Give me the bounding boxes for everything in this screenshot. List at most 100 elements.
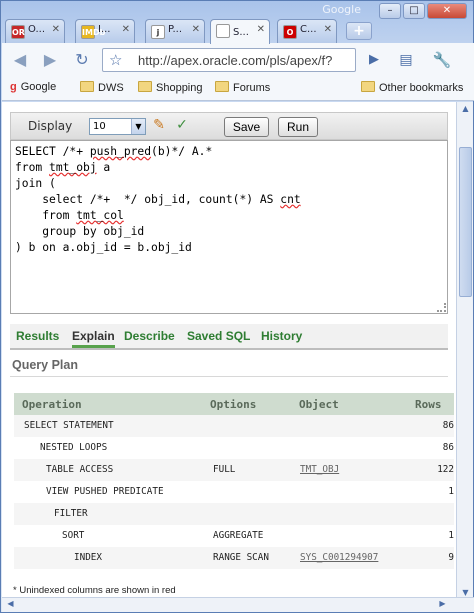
sql-line: from tmt_obj a xyxy=(15,161,111,174)
tab-title: I... xyxy=(98,24,111,35)
find-icon[interactable]: ✓ xyxy=(173,116,191,134)
cell-rows: 122 xyxy=(437,464,454,475)
page-content: Display 10 ▼ ✎ ✓ Save Run SELECT /*+ pus… xyxy=(2,102,456,604)
tab-close-icon[interactable]: ✕ xyxy=(324,24,332,35)
browser-tab[interactable]: j P... ✕ xyxy=(145,19,205,43)
tab-close-icon[interactable]: ✕ xyxy=(257,24,265,35)
rows-select[interactable]: 10 ▼ xyxy=(89,118,146,135)
folder-icon xyxy=(80,81,94,92)
scroll-thumb[interactable] xyxy=(459,147,472,297)
tab-explain[interactable]: Explain xyxy=(72,329,115,348)
address-bar[interactable]: ☆ http://apex.oracle.com/pls/apex/f? xyxy=(102,48,356,72)
column-header-object: Object xyxy=(299,398,339,411)
browser-toolbar: ◀ ▶ ↻ ☆ http://apex.oracle.com/pls/apex/… xyxy=(2,43,474,77)
cell-rows: 9 xyxy=(448,552,454,563)
cell-options: AGGREGATE xyxy=(213,530,264,541)
sql-line: ) b on a.obj_id = b.obj_id xyxy=(15,241,192,254)
cell-object-link[interactable]: TMT_OBJ xyxy=(300,464,339,475)
column-header-operation: Operation xyxy=(22,398,82,411)
tab-close-icon[interactable]: ✕ xyxy=(52,24,60,35)
folder-icon xyxy=(138,81,152,92)
sql-line: join ( xyxy=(15,177,56,190)
browser-tab[interactable]: IMDbI... ✕ xyxy=(75,19,135,43)
tab-describe[interactable]: Describe xyxy=(124,329,175,343)
tab-favicon-icon: IMDb xyxy=(81,25,105,39)
wrench-menu-icon[interactable]: 🔧 xyxy=(430,49,454,71)
column-header-options: Options xyxy=(210,398,257,411)
eraser-icon[interactable]: ✎ xyxy=(150,116,168,134)
table-row: NESTED LOOPS 86 xyxy=(14,437,454,459)
scroll-right-icon[interactable]: ▶ xyxy=(436,599,449,612)
bookmark-other[interactable]: Other bookmarks xyxy=(361,81,463,94)
cell-object-link[interactable]: SYS_C001294907 xyxy=(300,552,378,563)
address-url[interactable]: http://apex.oracle.com/pls/apex/f? xyxy=(138,53,332,68)
browser-tab[interactable]: S... ✕ xyxy=(210,19,270,44)
bookmark-dws[interactable]: DWS xyxy=(80,81,124,94)
cell-rows: 86 xyxy=(442,442,454,453)
browser-tab-strip: OR O... ✕ IMDbI... ✕ j P... ✕ S... ✕ O C... ✕ + xyxy=(5,19,395,44)
vertical-scrollbar[interactable]: ▲ ▼ xyxy=(456,102,473,604)
chevron-down-icon[interactable]: ▼ xyxy=(131,119,145,134)
table-row: SORT AGGREGATE 1 xyxy=(14,525,454,547)
sql-line: group by obj_id xyxy=(15,225,145,238)
cell-options: FULL xyxy=(213,464,236,475)
table-row: FILTER xyxy=(14,503,454,525)
divider xyxy=(10,376,448,377)
tab-history[interactable]: History xyxy=(261,329,302,343)
horizontal-scrollbar[interactable]: ◀ ▶ xyxy=(2,597,474,612)
back-arrow-icon[interactable]: ◀ xyxy=(8,49,32,71)
bookmark-google[interactable]: g Google xyxy=(10,81,56,93)
spellcheck-word: push_pred xyxy=(89,145,152,158)
browser-window: Google – □ ✕ OR O... ✕ IMDbI... ✕ j P... ✕ S... ✕… xyxy=(0,0,474,613)
close-window-button[interactable]: ✕ xyxy=(427,3,467,19)
bookmark-shopping[interactable]: Shopping xyxy=(138,81,203,94)
cell-operation: VIEW PUSHED PREDICATE xyxy=(46,486,164,497)
maximize-button[interactable]: □ xyxy=(403,3,425,19)
title-bar: Google – □ ✕ OR O... ✕ IMDbI... ✕ j P... ✕ S... ✕… xyxy=(1,1,473,44)
cell-operation: SELECT STATEMENT xyxy=(24,420,114,431)
cell-operation: NESTED LOOPS xyxy=(40,442,108,453)
run-button[interactable]: Run xyxy=(278,117,318,137)
scroll-up-icon[interactable]: ▲ xyxy=(459,104,472,117)
resize-handle[interactable] xyxy=(437,303,446,312)
browser-tab[interactable]: O C... ✕ xyxy=(277,19,337,43)
cell-operation: INDEX xyxy=(74,552,102,563)
browser-tab[interactable]: OR O... ✕ xyxy=(5,19,65,43)
column-header-rows: Rows xyxy=(415,398,442,411)
forward-arrow-icon[interactable]: ▶ xyxy=(38,49,62,71)
tab-saved-sql[interactable]: Saved SQL xyxy=(187,329,250,343)
browser-brand: Google xyxy=(322,3,361,16)
folder-icon xyxy=(361,81,375,92)
cell-rows: 86 xyxy=(442,420,454,431)
bookmark-forums[interactable]: Forums xyxy=(215,81,270,94)
scroll-left-icon[interactable]: ◀ xyxy=(4,599,17,612)
tab-title: O... xyxy=(28,24,46,35)
minimize-button[interactable]: – xyxy=(379,3,401,19)
result-tabs: Results Explain Describe Saved SQL History xyxy=(10,324,448,350)
editor-toolbar: Display 10 ▼ ✎ ✓ Save Run xyxy=(10,112,448,140)
tab-title: P... xyxy=(168,24,183,35)
sql-line: SELECT /*+ push_pred(b)*/ A.* xyxy=(15,145,213,158)
footnote: * Unindexed columns are shown in red xyxy=(13,585,176,596)
tab-favicon-icon: OR xyxy=(11,25,25,39)
folder-icon xyxy=(215,81,229,92)
sql-line: from tmt_col xyxy=(15,209,124,222)
cell-operation: SORT xyxy=(62,530,85,541)
cell-rows: 1 xyxy=(448,486,454,497)
reload-icon[interactable]: ↻ xyxy=(70,49,94,71)
tab-title: C... xyxy=(300,24,317,35)
cell-operation: FILTER xyxy=(54,508,88,519)
query-plan-title: Query Plan xyxy=(12,358,78,372)
go-arrow-icon[interactable]: ▶ xyxy=(362,49,386,71)
spellcheck-word: cnt xyxy=(280,193,301,206)
tab-title: S... xyxy=(233,27,249,38)
bookmark-star-icon[interactable]: ☆ xyxy=(109,51,122,69)
new-tab-button[interactable]: + xyxy=(346,22,372,40)
sql-editor[interactable]: SELECT /*+ push_pred(b)*/ A.* from tmt_ob… xyxy=(10,140,448,314)
tab-favicon-icon: O xyxy=(283,25,297,39)
tab-results[interactable]: Results xyxy=(16,329,59,343)
tab-close-icon[interactable]: ✕ xyxy=(122,24,130,35)
page-menu-icon[interactable]: ▤ xyxy=(394,49,418,71)
save-button[interactable]: Save xyxy=(224,117,269,137)
tab-close-icon[interactable]: ✕ xyxy=(192,24,200,35)
